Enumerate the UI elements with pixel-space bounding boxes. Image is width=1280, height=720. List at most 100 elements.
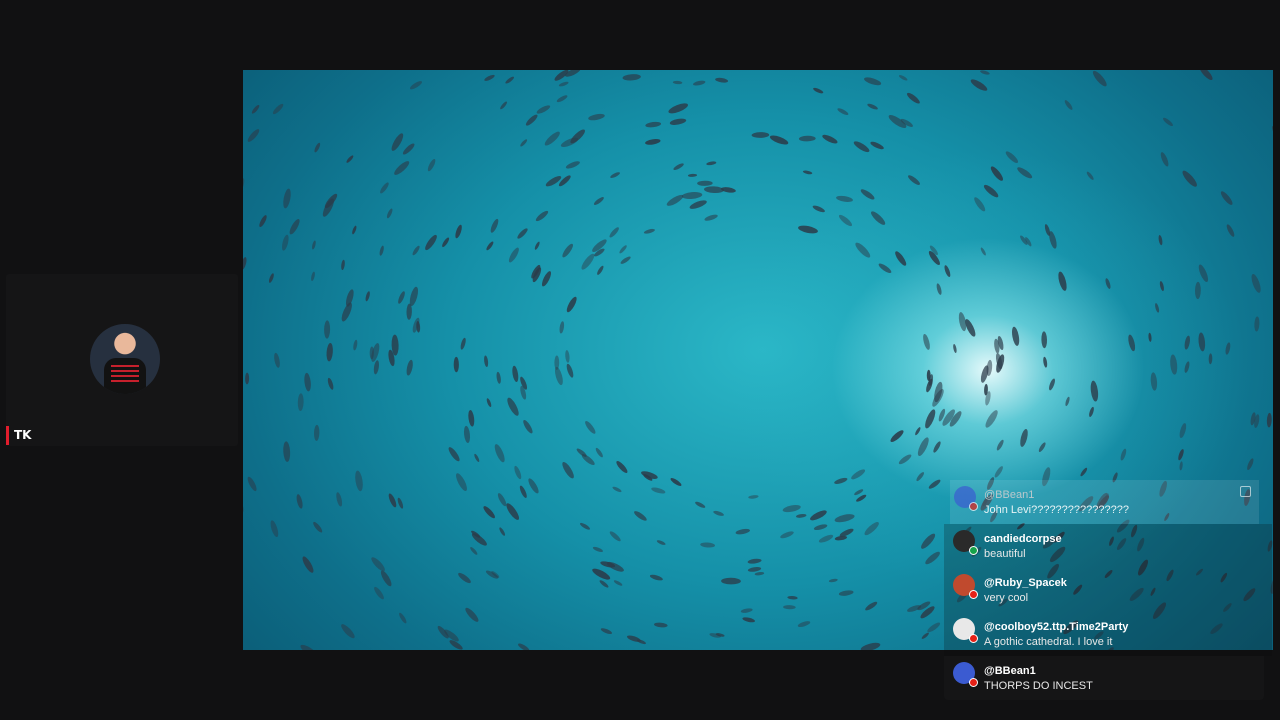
fish: [669, 118, 687, 125]
fish: [645, 121, 662, 128]
report-flag-icon[interactable]: [1240, 486, 1251, 497]
participant-name: TK: [14, 428, 32, 442]
fish: [565, 350, 570, 363]
fish: [365, 291, 370, 302]
fish: [1160, 152, 1169, 167]
fish: [898, 75, 908, 81]
fish: [312, 240, 316, 250]
fish: [486, 241, 494, 251]
fish: [834, 535, 848, 541]
fish: [747, 567, 762, 572]
fish: [398, 291, 405, 304]
fish: [1065, 396, 1070, 407]
fish: [704, 186, 724, 194]
fish: [406, 359, 413, 376]
fish: [1049, 378, 1055, 391]
fish: [670, 478, 682, 486]
fish: [374, 586, 384, 600]
fish: [613, 580, 623, 586]
fish: [865, 601, 878, 611]
fish: [593, 197, 604, 205]
fish: [917, 437, 929, 456]
fish: [695, 501, 706, 508]
fish: [656, 540, 666, 545]
fish: [1179, 461, 1183, 471]
fish: [355, 470, 363, 492]
fish: [985, 410, 998, 428]
fish: [837, 108, 849, 115]
fish: [689, 200, 707, 209]
fish: [581, 253, 595, 270]
fish: [1159, 281, 1164, 292]
fish: [1038, 442, 1046, 453]
fish: [834, 477, 848, 484]
youtube-badge-icon: [969, 678, 978, 687]
fish: [1090, 380, 1099, 402]
fish: [562, 461, 574, 479]
chat-username: @Ruby_Spacek: [984, 577, 1067, 589]
fish: [782, 505, 801, 513]
fish: [1198, 332, 1206, 352]
fish: [666, 194, 684, 206]
fish: [296, 494, 303, 509]
fish: [944, 265, 951, 277]
fish: [616, 461, 628, 473]
fish: [813, 524, 828, 531]
fish: [609, 227, 619, 238]
fish: [558, 81, 569, 87]
chat-message[interactable]: @BBean1 John Levi????????????????: [950, 480, 1259, 524]
fish: [282, 234, 289, 251]
chat-text: John Levi????????????????: [984, 504, 1129, 516]
fish: [990, 166, 1003, 181]
fish: [713, 510, 724, 516]
fish: [465, 607, 479, 622]
fish: [559, 321, 565, 334]
fish: [980, 247, 986, 256]
fish: [754, 572, 765, 576]
fish: [654, 622, 668, 628]
fish: [453, 356, 459, 373]
fish: [983, 184, 999, 198]
fish: [313, 424, 320, 441]
fish: [953, 343, 957, 354]
fish: [556, 95, 568, 103]
chat-message[interactable]: @BBean1 THORPS DO INCEST: [944, 656, 1264, 700]
fish: [1184, 361, 1190, 373]
fish: [1017, 167, 1033, 179]
fish: [379, 245, 384, 256]
chat-overlay: @BBean1 John Levi???????????????? candie…: [944, 480, 1272, 704]
chat-message[interactable]: @coolboy52.ttp.Time2Party A gothic cathe…: [944, 612, 1272, 656]
fish: [735, 528, 750, 535]
fish: [247, 129, 260, 142]
fish: [860, 189, 875, 200]
fish: [566, 296, 577, 313]
fish: [595, 447, 603, 458]
chat-text: very cool: [984, 592, 1029, 604]
fish: [1247, 458, 1254, 471]
fish: [314, 142, 321, 153]
fish: [1150, 372, 1158, 391]
fish: [506, 503, 520, 520]
speaker-indicator: [6, 426, 9, 445]
fish: [512, 365, 519, 383]
fish: [297, 393, 304, 411]
fish: [813, 87, 824, 94]
fish: [933, 441, 941, 453]
fish: [994, 466, 1003, 478]
fish: [697, 180, 713, 186]
chat-message[interactable]: candiedcorpse beautiful: [944, 524, 1272, 568]
chat-message[interactable]: @Ruby_Spacek very cool: [944, 568, 1272, 612]
fish: [518, 643, 530, 650]
fish: [289, 218, 300, 235]
fish: [456, 473, 467, 491]
fish: [352, 225, 357, 235]
fish: [346, 155, 354, 163]
fish: [927, 622, 941, 633]
fish: [612, 486, 622, 493]
fish: [1080, 467, 1088, 477]
fish: [300, 644, 318, 650]
fish: [592, 568, 611, 580]
fish: [619, 245, 627, 254]
participant-tile[interactable]: [6, 274, 238, 446]
fish: [371, 557, 385, 572]
